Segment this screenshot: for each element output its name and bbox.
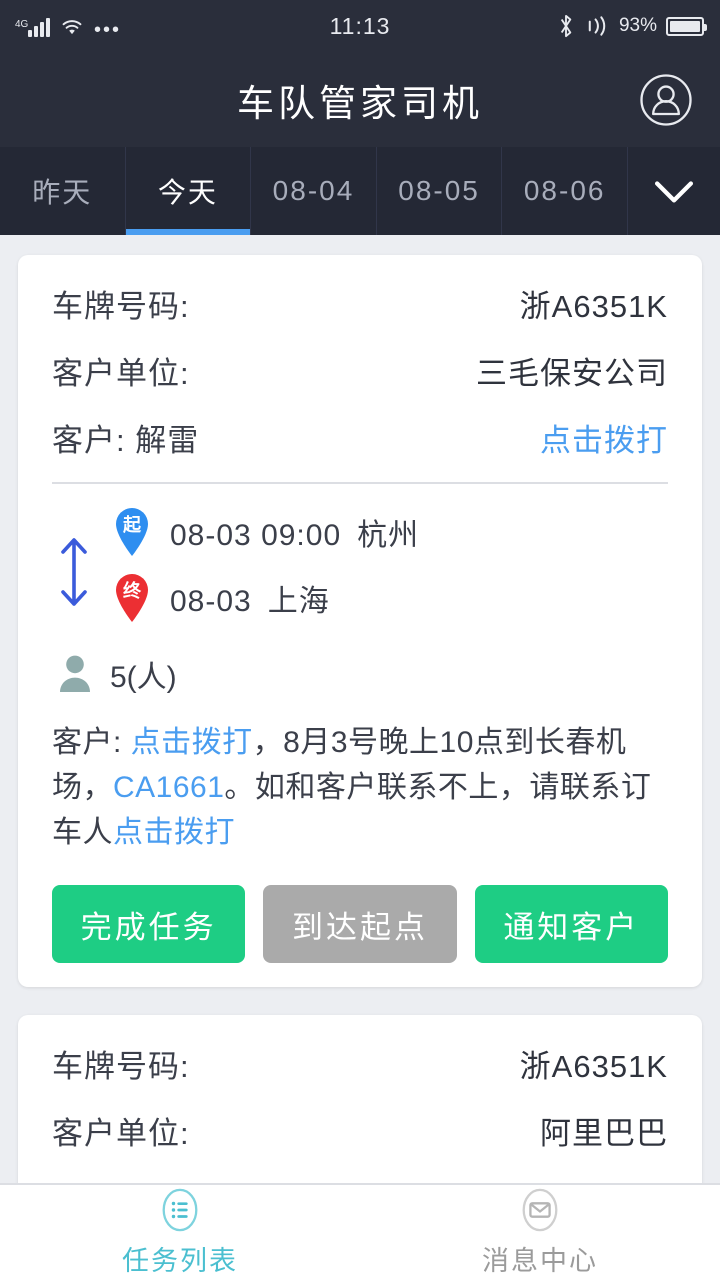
tab-label: 08-05 [398,175,480,206]
battery-icon [666,16,707,36]
company-row: 客户单位: 三毛保安公司 [52,348,668,393]
start-pin-icon: 起 [110,506,154,558]
tab-label: 今天 [157,177,218,208]
company-row: 客户单位: 阿里巴巴 [52,1108,668,1153]
route-destination: 终 08-03 上海 [110,572,668,624]
wifi-icon [62,20,82,35]
origin-datetime: 08-03 09:00 [170,519,342,552]
status-bar-left: 4G ••• [15,15,122,41]
destination-datetime: 08-03 [170,585,252,618]
destination-city: 上海 [267,585,330,618]
nav-message-center[interactable]: 消息中心 [360,1185,720,1280]
tab-label: 昨天 [32,177,93,208]
tab-yesterday[interactable]: 昨天 [0,147,126,235]
card-divider [52,482,668,484]
app-header: 车队管家司机 [0,52,720,147]
route-legs: 起 08-03 09:00 杭州 终 08-03 上海 [110,506,668,638]
arrive-origin-button[interactable]: 到达起点 [263,885,457,963]
tab-today[interactable]: 今天 [125,147,252,235]
envelope-icon [522,1188,558,1232]
plate-label: 车牌号码: [52,289,190,324]
origin-city: 杭州 [357,519,420,552]
more-dots-icon: ••• [94,19,122,41]
tab-label: 08-06 [523,175,606,206]
customer-row [52,1175,668,1183]
note-prefix: 客户: [52,726,131,759]
network-type-label: 4G [15,19,29,30]
plate-value: 浙A6351K [519,1049,668,1084]
passenger-count: 5(人) [110,661,177,694]
nav-label: 消息中心 [482,1246,598,1276]
person-icon [60,655,90,692]
complete-task-button[interactable]: 完成任务 [52,885,246,963]
bottom-nav: 任务列表 消息中心 [0,1183,720,1280]
tab-08-06[interactable]: 08-06 [502,147,628,235]
plate-label: 车牌号码: [52,1049,190,1084]
task-list[interactable]: 车牌号码: 浙A6351K 客户单位: 三毛保安公司 客户: 解雷 点击拨打 起… [0,235,720,1183]
plate-row: 车牌号码: 浙A6351K [52,281,668,326]
company-label: 客户单位: [52,356,190,391]
start-pin-label: 起 [123,515,141,535]
nav-task-list[interactable]: 任务列表 [0,1185,360,1280]
chevron-down-icon[interactable] [628,147,720,235]
customer-label: 客户: 解雷 [52,423,200,458]
destination-text: 08-03 上海 [170,576,330,620]
tab-label: 08-04 [272,175,355,206]
sound-waves-icon [588,16,606,36]
route-block: 起 08-03 09:00 杭州 终 08-03 上海 [52,506,668,638]
signal-bars-icon: 4G [15,18,50,37]
list-icon [162,1188,198,1232]
end-pin-label: 终 [123,581,141,601]
call-customer-link[interactable]: 点击拨打 [540,415,668,460]
flight-number-link[interactable]: CA1661 [113,771,224,804]
origin-text: 08-03 09:00 杭州 [170,510,419,554]
task-card[interactable]: 车牌号码: 浙A6351K 客户单位: 三毛保安公司 客户: 解雷 点击拨打 起… [18,255,702,987]
end-pin-icon: 终 [110,572,154,624]
route-origin: 起 08-03 09:00 杭州 [110,506,668,558]
swap-vertical-icon [52,534,96,610]
status-bar-right: 93% [557,13,707,39]
notify-customer-button[interactable]: 通知客户 [474,885,668,963]
customer-row: 客户: 解雷 点击拨打 [52,415,668,460]
page-title: 车队管家司机 [237,82,483,124]
plate-row: 车牌号码: 浙A6351K [52,1041,668,1086]
user-avatar-icon[interactable] [638,72,694,128]
task-note: 客户: 点击拨打，8月3号晚上10点到长春机场，CA1661。如和客户联系不上，… [52,720,668,855]
task-card[interactable]: 车牌号码: 浙A6351K 客户单位: 阿里巴巴 [18,1015,702,1183]
nav-label: 任务列表 [122,1246,238,1276]
note-call-link-2[interactable]: 点击拨打 [113,816,235,849]
tab-08-04[interactable]: 08-04 [251,147,377,235]
date-tabs: 昨天 今天 08-04 08-05 08-06 [0,147,720,235]
note-call-link-1[interactable]: 点击拨打 [131,726,253,759]
passenger-row: 5(人) [58,652,668,696]
task-actions: 完成任务 到达起点 通知客户 [52,885,668,963]
battery-percent-label: 93% [618,15,657,36]
plate-value: 浙A6351K [519,289,668,324]
company-value: 三毛保安公司 [476,356,668,391]
company-label: 客户单位: [52,1116,190,1151]
company-value: 阿里巴巴 [540,1116,668,1151]
status-bar: 4G ••• 11:13 93% [0,0,720,52]
tab-08-05[interactable]: 08-05 [377,147,503,235]
bluetooth-icon [560,14,572,38]
